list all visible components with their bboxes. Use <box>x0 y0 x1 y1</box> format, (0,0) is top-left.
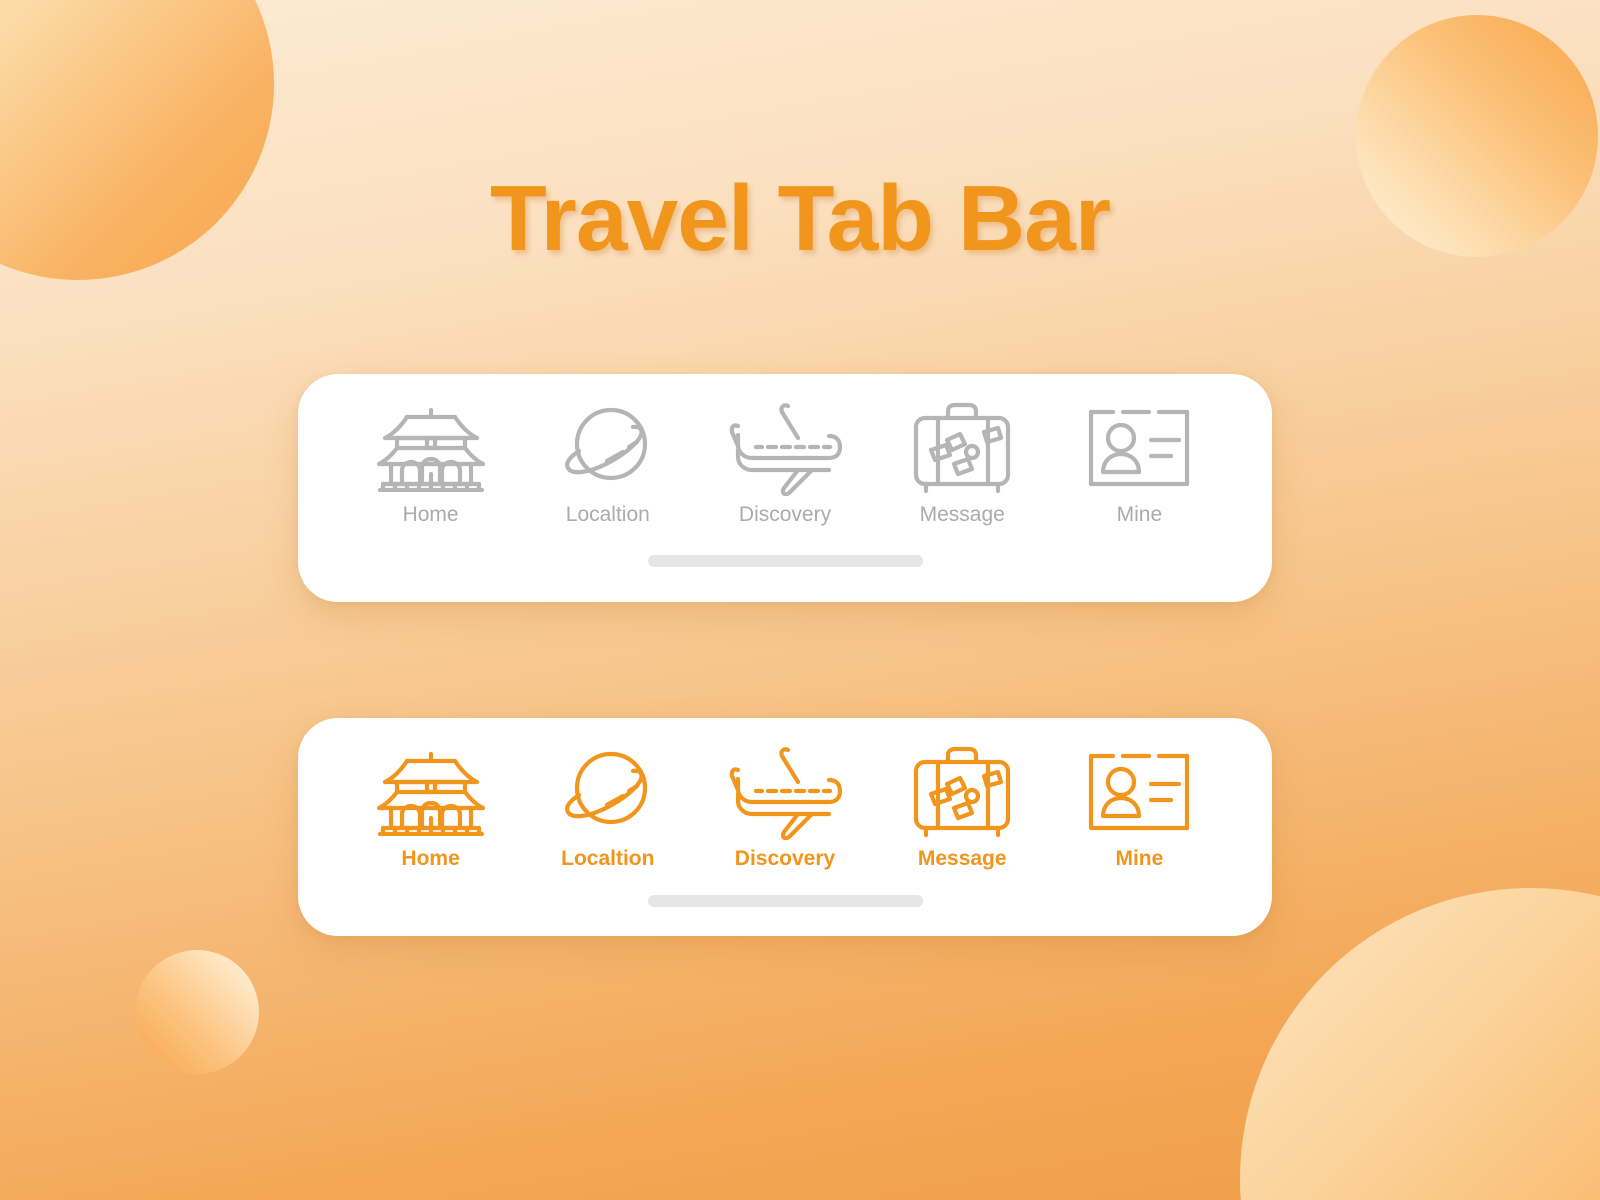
planet-icon <box>559 744 657 840</box>
home-indicator-wrap <box>298 895 1272 907</box>
tab-label: Discovery <box>738 503 832 526</box>
circle-bottom-right-decoration <box>1240 888 1600 1200</box>
tab-localtion[interactable]: Localtion <box>519 400 696 525</box>
tab-label: Mine <box>1116 503 1163 526</box>
active-tab-bar: Home Localtion Discovery Message Mine <box>298 718 1272 936</box>
tab-label: Localtion <box>565 503 650 526</box>
page-title: Travel Tab Bar <box>489 166 1111 270</box>
tab-discovery[interactable]: Discovery <box>696 744 873 869</box>
tab-label: Mine <box>1115 847 1164 870</box>
screen: Travel Tab Bar Home Localtion Discovery … <box>0 0 1600 1200</box>
tab-mine[interactable]: Mine <box>1051 744 1228 869</box>
tab-localtion[interactable]: Localtion <box>519 744 696 869</box>
id-card-icon <box>1087 400 1191 496</box>
inactive-tab-bar: Home Localtion Discovery Message Mine <box>298 374 1272 602</box>
id-card-icon <box>1087 744 1191 840</box>
suitcase-icon <box>910 744 1014 840</box>
tab-label: Discovery <box>734 847 836 870</box>
tab-mine[interactable]: Mine <box>1051 400 1228 525</box>
pagoda-icon <box>376 400 485 496</box>
tab-label: Localtion <box>561 847 655 870</box>
tab-message[interactable]: Message <box>874 400 1051 525</box>
tab-label: Message <box>919 503 1005 526</box>
tab-label: Message <box>917 847 1007 870</box>
home-indicator[interactable] <box>647 895 923 907</box>
home-indicator-wrap <box>298 555 1272 567</box>
tab-label: Home <box>402 503 459 526</box>
tab-home[interactable]: Home <box>342 400 519 525</box>
planet-icon <box>559 400 657 496</box>
circle-bottom-left-decoration <box>135 950 259 1074</box>
tab-home[interactable]: Home <box>342 744 519 869</box>
airplane-icon <box>726 400 844 496</box>
airplane-icon <box>726 744 844 840</box>
tab-list: Home Localtion Discovery Message Mine <box>298 374 1272 525</box>
tab-discovery[interactable]: Discovery <box>696 400 873 525</box>
suitcase-icon <box>910 400 1014 496</box>
pagoda-icon <box>376 744 485 840</box>
tab-label: Home <box>401 847 460 870</box>
tab-list: Home Localtion Discovery Message Mine <box>298 718 1272 869</box>
home-indicator[interactable] <box>647 555 923 567</box>
tab-message[interactable]: Message <box>874 744 1051 869</box>
